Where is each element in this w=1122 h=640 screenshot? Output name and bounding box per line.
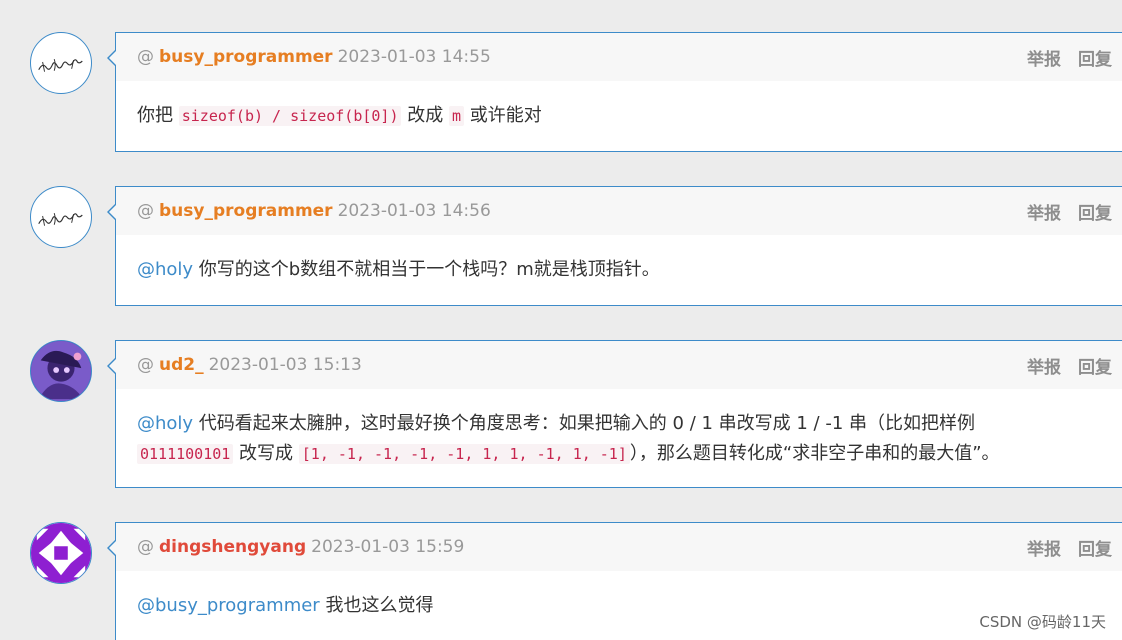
comment-text: 代码看起来太臃肿，这时最好换个角度思考：如果把输入的 0 / 1 串改写成 1 … bbox=[193, 413, 976, 434]
at-symbol: @ bbox=[137, 47, 154, 67]
inline-code: 0111100101 bbox=[137, 444, 234, 464]
comment-thread: @ busy_programmer 2023-01-03 14:55 举报 回复… bbox=[0, 0, 1122, 640]
reply-button[interactable]: 回复 bbox=[1078, 353, 1112, 378]
anime-character-icon bbox=[31, 341, 91, 401]
comment-actions: 举报 回复 bbox=[1027, 199, 1112, 224]
comment-card: @ busy_programmer 2023-01-03 14:56 举报 回复… bbox=[107, 186, 1122, 306]
mention-link[interactable]: @busy_programmer bbox=[137, 595, 320, 616]
comment-body: @holy 代码看起来太臃肿，这时最好换个角度思考：如果把输入的 0 / 1 串… bbox=[116, 389, 1122, 469]
username-link[interactable]: busy_programmer bbox=[159, 47, 333, 67]
at-symbol: @ bbox=[137, 537, 154, 557]
username-link[interactable]: ud2_ bbox=[159, 355, 204, 375]
avatar[interactable] bbox=[30, 522, 92, 584]
comment-timestamp: 2023-01-03 14:55 bbox=[337, 47, 491, 67]
comment-timestamp: 2023-01-03 14:56 bbox=[337, 201, 491, 221]
comment-body: @busy_programmer 我也这么觉得 bbox=[116, 571, 1122, 621]
comment-header: @ busy_programmer 2023-01-03 14:56 举报 回复 bbox=[116, 187, 1122, 235]
comment-text: 你把 bbox=[137, 105, 179, 126]
avatar[interactable] bbox=[30, 32, 92, 94]
comment-header: @ ud2_ 2023-01-03 15:13 举报 回复 bbox=[116, 341, 1122, 389]
comment-actions: 举报 回复 bbox=[1027, 353, 1112, 378]
comment-text: 我也这么觉得 bbox=[319, 595, 434, 616]
comment-text: ），那么题目转化成“求非空子串和的最大值”。 bbox=[629, 443, 1000, 464]
comment-text: 改成 bbox=[401, 105, 449, 126]
comment-header: @ dingshengyang 2023-01-03 15:59 举报 回复 bbox=[116, 523, 1122, 571]
report-button[interactable]: 举报 bbox=[1027, 535, 1061, 560]
mention-link[interactable]: @holy bbox=[137, 413, 193, 434]
identicon-icon bbox=[31, 523, 91, 583]
username-link[interactable]: dingshengyang bbox=[159, 537, 306, 557]
comment-header: @ busy_programmer 2023-01-03 14:55 举报 回复 bbox=[116, 33, 1122, 81]
inline-code: sizeof(b) / sizeof(b[0]) bbox=[178, 106, 402, 126]
reply-button[interactable]: 回复 bbox=[1078, 199, 1112, 224]
comment-actions: 举报 回复 bbox=[1027, 45, 1112, 70]
reply-button[interactable]: 回复 bbox=[1078, 45, 1112, 70]
comment-card: @ dingshengyang 2023-01-03 15:59 举报 回复 @… bbox=[107, 522, 1122, 640]
comment-body: 你把 sizeof(b) / sizeof(b[0]) 改成 m 或许能对 bbox=[116, 81, 1122, 131]
comment-text: 改写成 bbox=[233, 443, 299, 464]
comment-text: 或许能对 bbox=[463, 105, 542, 126]
comment-timestamp: 2023-01-03 15:13 bbox=[208, 355, 362, 375]
report-button[interactable]: 举报 bbox=[1027, 353, 1061, 378]
inline-code: m bbox=[448, 106, 464, 126]
at-symbol: @ bbox=[137, 355, 154, 375]
comment-text: 你写的这个b数组不就相当于一个栈吗？m就是栈顶指针。 bbox=[193, 259, 660, 280]
avatar[interactable] bbox=[30, 340, 92, 402]
report-button[interactable]: 举报 bbox=[1027, 199, 1061, 224]
comment-card: @ ud2_ 2023-01-03 15:13 举报 回复 @holy 代码看起… bbox=[107, 340, 1122, 488]
avatar[interactable] bbox=[30, 186, 92, 248]
report-button[interactable]: 举报 bbox=[1027, 45, 1061, 70]
handwriting-signature-icon bbox=[38, 58, 83, 72]
at-symbol: @ bbox=[137, 201, 154, 221]
comment-timestamp: 2023-01-03 15:59 bbox=[311, 537, 465, 557]
comment-actions: 举报 回复 bbox=[1027, 535, 1112, 560]
inline-code: [1, -1, -1, -1, -1, 1, 1, -1, 1, -1] bbox=[298, 444, 630, 464]
reply-button[interactable]: 回复 bbox=[1078, 535, 1112, 560]
csdn-watermark: CSDN @码龄11天 bbox=[979, 613, 1106, 631]
mention-link[interactable]: @holy bbox=[137, 259, 193, 280]
comment-body: @holy 你写的这个b数组不就相当于一个栈吗？m就是栈顶指针。 bbox=[116, 235, 1122, 285]
comment-card: @ busy_programmer 2023-01-03 14:55 举报 回复… bbox=[107, 32, 1122, 152]
handwriting-signature-icon bbox=[38, 212, 83, 226]
username-link[interactable]: busy_programmer bbox=[159, 201, 333, 221]
